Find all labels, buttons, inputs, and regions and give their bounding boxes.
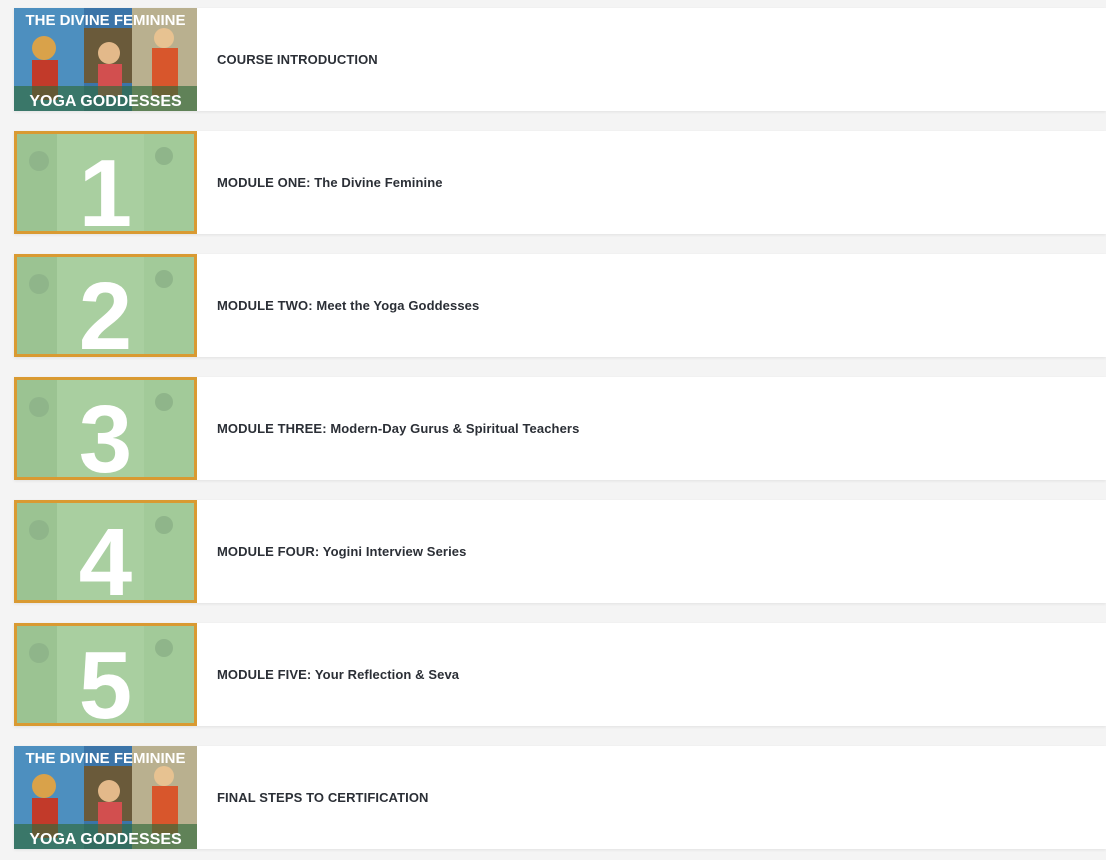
module-thumbnail: 5 <box>14 623 197 726</box>
module-number: 1 <box>79 140 132 234</box>
module-thumbnail: 4 <box>14 500 197 603</box>
module-number: 3 <box>79 386 132 480</box>
course-cover-thumbnail: THE DIVINE FEMININE YOGA GODDESSES <box>14 746 197 849</box>
list-item[interactable]: 1 MODULE ONE: The Divine Feminine <box>14 131 1106 234</box>
list-item-title[interactable]: COURSE INTRODUCTION <box>217 52 378 67</box>
module-number: 5 <box>79 632 132 726</box>
thumbnail-top-text: THE DIVINE FEMININE <box>25 12 185 29</box>
list-item-title[interactable]: MODULE ONE: The Divine Feminine <box>217 175 443 190</box>
list-item-title[interactable]: MODULE FOUR: Yogini Interview Series <box>217 544 466 559</box>
thumbnail-bottom-text: YOGA GODDESSES <box>29 831 182 848</box>
list-item[interactable]: 5 MODULE FIVE: Your Reflection & Seva <box>14 623 1106 726</box>
list-item-title[interactable]: MODULE FIVE: Your Reflection & Seva <box>217 667 459 682</box>
list-item[interactable]: THE DIVINE FEMININE YOGA GODDESSES FINAL… <box>14 746 1106 849</box>
module-thumbnail: 3 <box>14 377 197 480</box>
list-item[interactable]: 2 MODULE TWO: Meet the Yoga Goddesses <box>14 254 1106 357</box>
course-cover-thumbnail: THE DIVINE FEMININE YOGA GODDESSES <box>14 8 197 111</box>
module-thumbnail: 1 <box>14 131 197 234</box>
list-item-title[interactable]: FINAL STEPS TO CERTIFICATION <box>217 790 429 805</box>
list-item-title[interactable]: MODULE TWO: Meet the Yoga Goddesses <box>217 298 479 313</box>
module-thumbnail: 2 <box>14 254 197 357</box>
list-item[interactable]: THE DIVINE FEMININE YOGA GODDESSES COURS… <box>14 8 1106 111</box>
module-number: 4 <box>79 509 132 603</box>
list-item[interactable]: 3 MODULE THREE: Modern-Day Gurus & Spiri… <box>14 377 1106 480</box>
thumbnail-bottom-text: YOGA GODDESSES <box>29 93 182 110</box>
module-number: 2 <box>79 263 132 357</box>
list-item-title[interactable]: MODULE THREE: Modern-Day Gurus & Spiritu… <box>217 421 579 436</box>
thumbnail-top-text: THE DIVINE FEMININE <box>25 750 185 767</box>
list-item[interactable]: 4 MODULE FOUR: Yogini Interview Series <box>14 500 1106 603</box>
